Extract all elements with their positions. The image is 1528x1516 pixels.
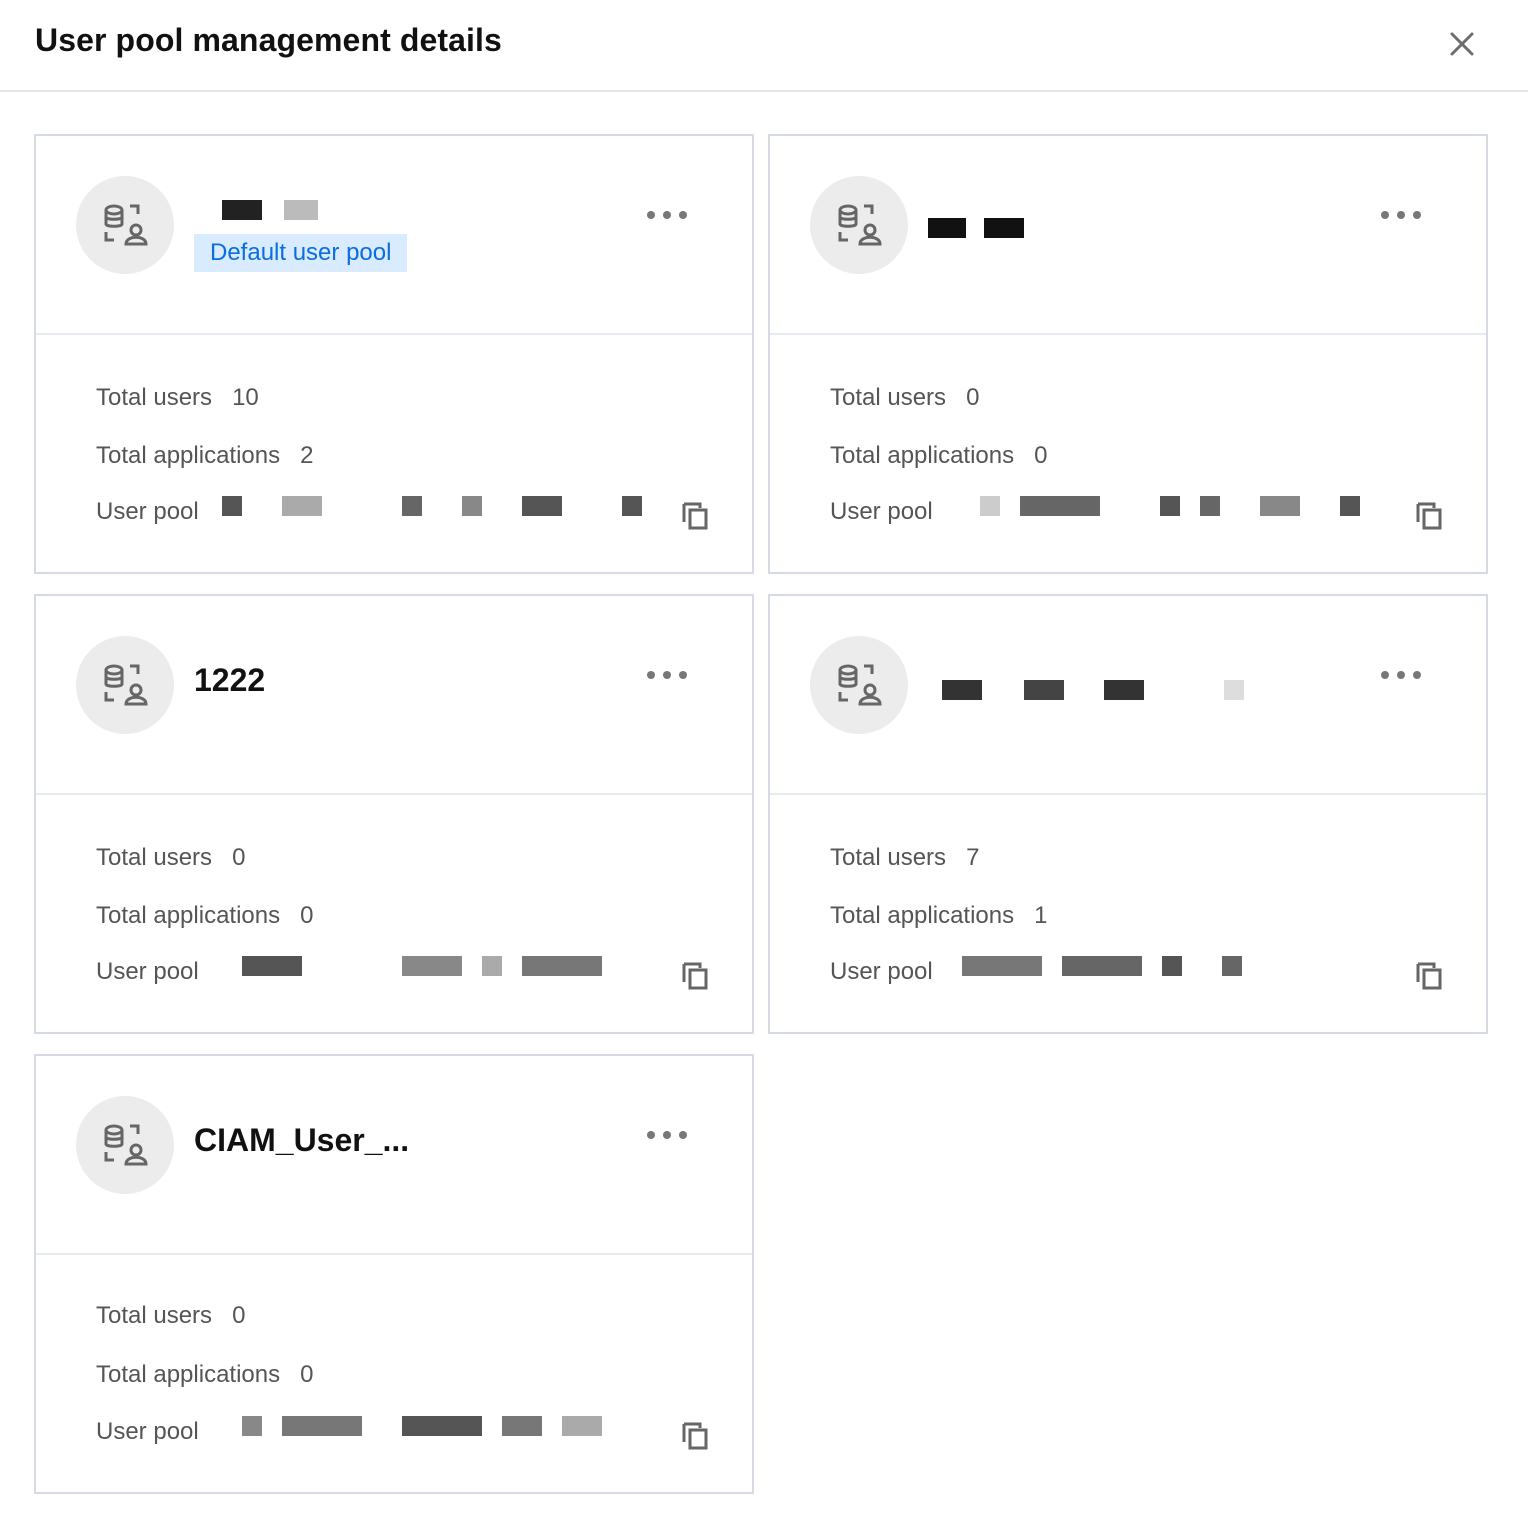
user-pool-id-redacted (956, 954, 1396, 984)
dialog-title: User pool management details (35, 22, 502, 58)
user-pool-id-redacted (222, 954, 662, 984)
copy-icon[interactable] (1416, 962, 1442, 990)
user-pool-icon (76, 1096, 174, 1194)
pool-name-redacted (928, 186, 1248, 238)
card-header (770, 596, 1486, 795)
total-applications: Total applications 0 (96, 902, 314, 929)
user-pool-id-redacted (222, 494, 662, 524)
user-pool-icon (810, 176, 908, 274)
total-users-value: 10 (232, 384, 259, 411)
user-pool-label: User pool (830, 498, 933, 525)
user-pool-icon (76, 176, 174, 274)
total-applications-value: 1 (1034, 902, 1048, 929)
user-pool-card[interactable]: 1222 Total users 0 Total applications 0 Us… (34, 594, 754, 1034)
user-pool-card[interactable]: Default user pool Total users 10 Total ap… (34, 134, 754, 574)
more-options-icon[interactable] (1378, 204, 1424, 226)
user-pool-label: User pool (830, 958, 933, 985)
copy-icon[interactable] (682, 502, 708, 530)
total-users-value: 0 (966, 384, 980, 411)
total-applications: Total applications 1 (830, 902, 1048, 929)
user-pool-label: User pool (96, 498, 199, 525)
user-pool-id-row: User pool (96, 1414, 716, 1454)
pool-name: 1222 (194, 662, 266, 698)
total-users: Total users 0 (96, 1302, 246, 1329)
user-pool-card[interactable]: CIAM_User_... Total users 0 Total applica… (34, 1054, 754, 1494)
total-users: Total users 10 (96, 384, 259, 411)
total-applications-value: 0 (300, 1361, 314, 1388)
total-users-value: 7 (966, 844, 980, 871)
user-pool-icon (76, 636, 174, 734)
total-users: Total users 0 (96, 844, 246, 871)
copy-icon[interactable] (682, 1422, 708, 1450)
card-header: 1222 (36, 596, 752, 795)
total-applications: Total applications 0 (96, 1361, 314, 1388)
total-applications-value: 2 (300, 442, 314, 469)
user-pool-id-redacted (222, 1414, 662, 1444)
total-applications-value: 0 (300, 902, 314, 929)
close-icon[interactable] (1444, 26, 1480, 62)
user-pool-label: User pool (96, 958, 199, 985)
total-users: Total users 7 (830, 844, 980, 871)
more-options-icon[interactable] (1378, 664, 1424, 686)
user-pool-id-row: User pool (96, 494, 716, 534)
total-applications: Total applications 2 (96, 442, 314, 469)
user-pool-id-row: User pool (830, 494, 1450, 534)
pool-name-redacted (928, 646, 1248, 700)
card-header (770, 136, 1486, 335)
card-header: CIAM_User_... (36, 1056, 752, 1255)
default-user-pool-badge: Default user pool (194, 234, 408, 272)
user-pool-card[interactable]: Total users 0 Total applications 0 User po… (768, 134, 1488, 574)
pool-name: CIAM_User_... (194, 1122, 410, 1158)
total-applications: Total applications 0 (830, 442, 1048, 469)
card-header: Default user pool (36, 136, 752, 335)
user-pool-id-redacted (956, 494, 1396, 524)
copy-icon[interactable] (1416, 502, 1442, 530)
user-pool-id-row: User pool (96, 954, 716, 994)
user-pool-label: User pool (96, 1418, 199, 1445)
user-pool-card[interactable]: Total users 7 Total applications 1 User po… (768, 594, 1488, 1034)
copy-icon[interactable] (682, 962, 708, 990)
total-applications-value: 0 (1034, 442, 1048, 469)
more-options-icon[interactable] (644, 204, 690, 226)
total-users-value: 0 (232, 844, 246, 871)
user-pool-icon (810, 636, 908, 734)
user-pool-id-row: User pool (830, 954, 1450, 994)
total-users: Total users 0 (830, 384, 980, 411)
dialog-header: User pool management details (0, 0, 1528, 92)
total-users-value: 0 (232, 1302, 246, 1329)
pool-name-redacted (194, 186, 514, 226)
more-options-icon[interactable] (644, 664, 690, 686)
more-options-icon[interactable] (644, 1124, 690, 1146)
